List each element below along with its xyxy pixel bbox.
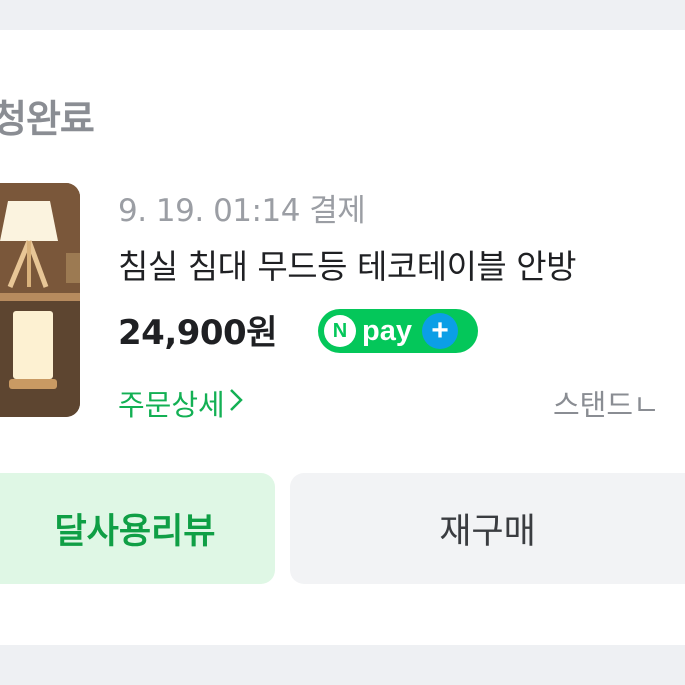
lamp-image xyxy=(0,183,80,417)
npay-plus-badge: N pay + xyxy=(318,309,478,353)
write-review-button[interactable]: 달사용리뷰 xyxy=(0,473,275,584)
npay-n-icon: N xyxy=(324,315,356,347)
product-thumbnail[interactable] xyxy=(0,183,80,417)
order-detail-label: 주문상세 xyxy=(118,388,225,422)
order-status-title: 청완료 xyxy=(0,97,95,141)
product-title[interactable]: 침실 침대 무드등 테코테이블 안방 xyxy=(118,240,577,288)
payment-datetime: 9. 19. 01:14 결제 xyxy=(118,193,366,229)
rebuy-label: 재구매 xyxy=(439,512,536,552)
rebuy-button[interactable]: 재구매 xyxy=(290,473,685,584)
chevron-right-icon xyxy=(229,386,243,419)
order-detail-link[interactable]: 주문상세 xyxy=(118,382,243,424)
product-price: 24,900원 xyxy=(118,313,277,353)
seller-name[interactable]: 스탠드ㄴ xyxy=(553,382,660,424)
write-review-label: 달사용리뷰 xyxy=(54,512,216,552)
plus-icon: + xyxy=(421,313,458,349)
order-card: 청완료 9. 19. 01:14 결제 침실 침대 무드등 테코테이블 안방 2… xyxy=(0,30,685,645)
npay-pay-label: pay xyxy=(362,314,412,347)
